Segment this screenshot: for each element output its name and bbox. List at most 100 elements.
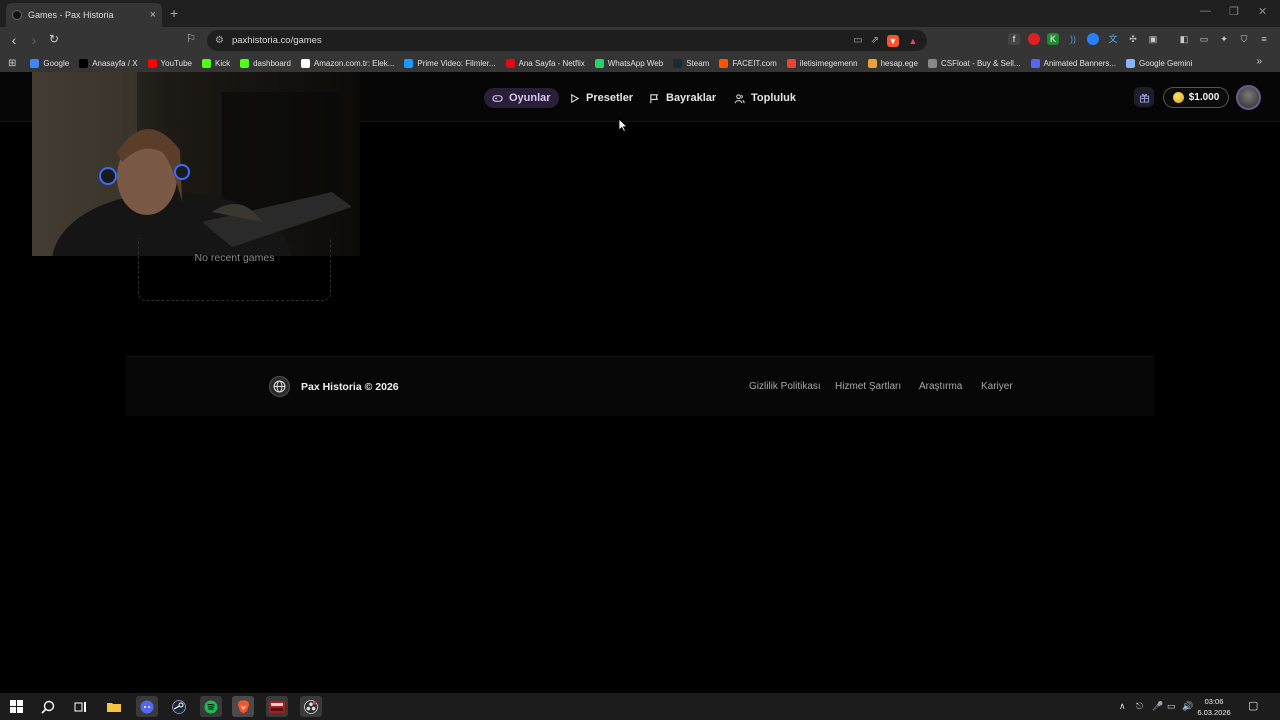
bookmark-item[interactable]: dashboard bbox=[240, 58, 291, 68]
extension-blue-icon[interactable] bbox=[1087, 33, 1099, 45]
prime-video-icon bbox=[404, 58, 414, 68]
hesap-icon bbox=[867, 58, 877, 68]
tray-overflow-icon[interactable]: ∧ bbox=[1119, 701, 1126, 712]
tab-search-icon[interactable]: ▣ bbox=[1147, 33, 1159, 45]
bookmark-item[interactable]: WhatsApp Web bbox=[594, 58, 664, 68]
bookmark-label: Prime Video: Filmler... bbox=[417, 58, 496, 68]
clock-date: 6.03.2026 bbox=[1197, 708, 1231, 717]
extensions-puzzle-icon[interactable]: ✣ bbox=[1127, 33, 1139, 45]
gift-button[interactable] bbox=[1134, 87, 1154, 107]
forward-icon[interactable]: › bbox=[26, 32, 42, 48]
new-tab-button[interactable]: + bbox=[170, 5, 178, 21]
apps-grid-icon[interactable]: ⊞ bbox=[8, 58, 16, 69]
leo-ai-icon[interactable]: ✦ bbox=[1218, 33, 1230, 45]
menu-icon[interactable]: ≡ bbox=[1258, 33, 1270, 45]
nav-presetler[interactable]: Presetler bbox=[561, 88, 641, 108]
flag-icon bbox=[650, 93, 659, 103]
faceit-icon bbox=[719, 58, 729, 68]
site-favicon-icon bbox=[12, 10, 22, 20]
tab-close-icon[interactable]: × bbox=[150, 9, 156, 21]
steam-icon bbox=[673, 58, 683, 68]
amazon-icon bbox=[300, 58, 310, 68]
empty-state-text: No recent games bbox=[194, 252, 275, 264]
clock-time: 03:06 bbox=[1204, 697, 1224, 706]
bookmark-item[interactable]: Prime Video: Filmler... bbox=[404, 58, 496, 68]
nav-topluluk[interactable]: Topluluk bbox=[726, 88, 804, 108]
bookmark-item[interactable]: FACEIT.com bbox=[719, 58, 777, 68]
bookmark-item[interactable]: Google Gemini bbox=[1126, 58, 1192, 68]
bookmark-label: Animated Banners... bbox=[1043, 58, 1117, 68]
vpn-shield-icon[interactable]: ⛉ bbox=[1238, 33, 1250, 45]
footer-link-research[interactable]: Araştırma bbox=[919, 381, 962, 392]
footer-link-privacy[interactable]: Gizlilik Politikası bbox=[749, 381, 821, 392]
discord-app-icon[interactable] bbox=[136, 696, 158, 717]
youtube-icon bbox=[147, 58, 157, 68]
bookmark-item[interactable]: Steam bbox=[673, 58, 709, 68]
extension-translate-icon[interactable]: 文 bbox=[1107, 33, 1119, 45]
site-info-icon[interactable]: ⚙ bbox=[215, 35, 224, 46]
tray-app-icon[interactable]: ⎋ bbox=[1136, 701, 1143, 712]
recent-games-panel bbox=[138, 238, 331, 301]
steam-app-icon[interactable] bbox=[168, 696, 190, 717]
address-bar[interactable]: ⚙ paxhistoria.co/games ▭ ⇗ ▼ ▲ bbox=[207, 30, 927, 51]
extension-audio-icon[interactable]: )) bbox=[1067, 33, 1079, 45]
notifications-icon[interactable]: ▢ bbox=[1248, 699, 1258, 712]
maximize-icon[interactable]: ❐ bbox=[1229, 5, 1239, 18]
bookmark-label: CSFloat - Buy & Sell... bbox=[940, 58, 1021, 68]
bookmark-item[interactable]: CSFloat - Buy & Sell... bbox=[927, 58, 1021, 68]
back-icon[interactable]: ‹ bbox=[6, 32, 22, 48]
windows-start-icon[interactable] bbox=[5, 696, 27, 717]
nav-bayraklar[interactable]: Bayraklar bbox=[641, 88, 724, 108]
brave-rewards-icon[interactable]: ▲ bbox=[907, 35, 919, 47]
bookmark-item[interactable]: Kick bbox=[201, 58, 230, 68]
nav-label: Topluluk bbox=[751, 92, 797, 104]
cast-icon[interactable]: ▭ bbox=[853, 35, 862, 46]
share-icon[interactable]: ⇗ bbox=[871, 35, 879, 46]
brave-app-icon[interactable] bbox=[232, 696, 254, 717]
bookmark-label: WhatsApp Web bbox=[607, 58, 664, 68]
bookmark-item[interactable]: Anasayfa / X bbox=[79, 58, 138, 68]
file-explorer-icon[interactable] bbox=[103, 696, 125, 717]
search-icon[interactable] bbox=[37, 696, 59, 717]
taskbar-clock[interactable]: 03:06 6.03.2026 bbox=[1192, 696, 1236, 718]
bookmark-item[interactable]: hesap.ege bbox=[867, 58, 918, 68]
network-icon[interactable]: ▭ bbox=[1167, 701, 1176, 712]
microphone-icon[interactable]: 🎤 bbox=[1152, 701, 1163, 712]
bookmark-item[interactable]: Google bbox=[30, 58, 69, 68]
discord-icon bbox=[1030, 58, 1040, 68]
gamepad-icon bbox=[492, 94, 503, 102]
window-close-icon[interactable]: ✕ bbox=[1258, 5, 1267, 18]
task-view-icon[interactable] bbox=[69, 696, 91, 717]
voicemeeter-app-icon[interactable] bbox=[266, 696, 288, 717]
bookmark-item[interactable]: Amazon.com.tr: Elek... bbox=[300, 58, 395, 68]
bookmark-label: Amazon.com.tr: Elek... bbox=[313, 58, 395, 68]
extension-red-icon[interactable] bbox=[1028, 33, 1040, 45]
minimize-icon[interactable]: — bbox=[1200, 5, 1211, 17]
avatar[interactable] bbox=[1236, 85, 1261, 110]
bookmark-page-icon[interactable]: ⚐ bbox=[183, 32, 199, 45]
bookmark-item[interactable]: YouTube bbox=[147, 58, 192, 68]
extension-f-icon[interactable]: f bbox=[1008, 33, 1020, 45]
reload-icon[interactable]: ↻ bbox=[46, 32, 62, 46]
footer-brand: Pax Historia © 2026 bbox=[301, 381, 399, 393]
footer-link-careers[interactable]: Kariyer bbox=[981, 381, 1013, 392]
brave-shields-icon[interactable]: ▼ bbox=[887, 34, 899, 47]
bookmark-item[interactable]: Animated Banners... bbox=[1030, 58, 1117, 68]
extension-k-icon[interactable]: K bbox=[1047, 33, 1059, 45]
globe-logo-icon bbox=[269, 376, 290, 397]
nav-label: Presetler bbox=[586, 92, 634, 104]
sidebar-icon[interactable]: ◧ bbox=[1178, 33, 1190, 45]
nav-oyunlar[interactable]: Oyunlar bbox=[484, 88, 559, 108]
browser-tab[interactable]: Games - Pax Historia × bbox=[6, 3, 162, 27]
address-url[interactable]: paxhistoria.co/games bbox=[232, 35, 845, 46]
balance-button[interactable]: $1.000 bbox=[1163, 87, 1229, 108]
bookmarks-overflow-icon[interactable]: » bbox=[1256, 56, 1262, 67]
obs-app-icon[interactable] bbox=[300, 696, 322, 717]
bookmark-item[interactable]: iletisimegemenn bbox=[786, 58, 858, 68]
wallet-icon[interactable]: ▭ bbox=[1198, 33, 1210, 45]
users-icon bbox=[734, 93, 745, 103]
spotify-app-icon[interactable] bbox=[200, 696, 222, 717]
footer-link-terms[interactable]: Hizmet Şartları bbox=[835, 381, 901, 392]
bookmark-item[interactable]: Ana Sayfa - Netflix bbox=[505, 58, 585, 68]
balance-amount: $1.000 bbox=[1188, 92, 1220, 103]
